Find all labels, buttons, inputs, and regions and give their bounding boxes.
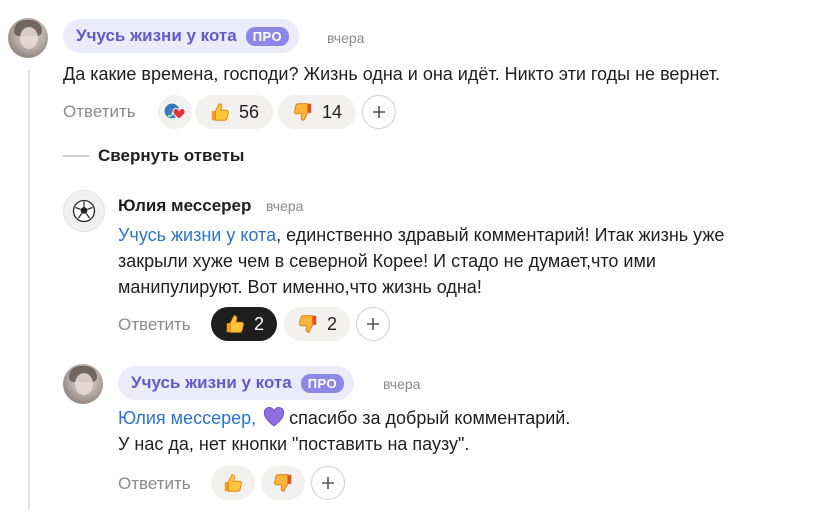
author-pill[interactable]: Учусь жизни у кота ПРО — [63, 19, 300, 53]
like-count: 56 — [238, 101, 260, 122]
reply-button[interactable]: Ответить — [118, 474, 191, 494]
like-button[interactable]: 2 — [211, 307, 277, 341]
add-reaction-button[interactable] — [356, 307, 390, 341]
dislike-button[interactable]: 14 — [278, 95, 356, 129]
pro-badge: ПРО — [300, 373, 345, 393]
comment-text: Да какие времена, господи? Жизнь одна и … — [63, 64, 721, 84]
text-segment: У нас да, нет кнопки "поставить на паузу… — [118, 434, 470, 454]
thumbs-up-icon — [211, 103, 229, 121]
thumbs-down-icon — [294, 103, 312, 121]
avatar[interactable] — [63, 364, 103, 404]
reply-button[interactable]: Ответить — [118, 315, 191, 335]
reply-button[interactable]: Ответить — [63, 102, 136, 122]
purple-heart-icon — [264, 407, 285, 427]
avatar[interactable] — [63, 190, 105, 232]
dislike-count: 14 — [321, 101, 343, 122]
mention-link[interactable]: Учусь жизни у кота — [118, 225, 276, 245]
plus-icon — [322, 477, 334, 489]
text-segment: закрыли хуже чем в северной Корее! И ста… — [118, 251, 656, 271]
thumbs-up-icon — [226, 315, 244, 333]
avatar[interactable] — [8, 18, 48, 58]
thumbs-up-icon — [224, 474, 242, 492]
thumbs-down-icon — [299, 315, 317, 333]
like-button[interactable] — [211, 466, 255, 500]
author-pill[interactable]: Учусь жизни у кота ПРО — [118, 366, 355, 400]
author-name[interactable]: Юлия мессерер — [118, 196, 251, 216]
collapse-dash — [63, 155, 89, 157]
comment-text: Учусь жизни у кота, единственно здравый … — [118, 222, 724, 300]
plus-icon — [367, 318, 379, 330]
author-name: Учусь жизни у кота — [131, 373, 292, 392]
dislike-count: 2 — [326, 313, 337, 334]
author-name: Учусь жизни у кота — [76, 26, 237, 45]
comment-time: вчера — [327, 30, 365, 46]
dislike-button[interactable] — [261, 466, 305, 500]
mention-link[interactable]: Юлия мессерер, — [118, 408, 256, 428]
text-segment: манипулируют. Вот именно,что жизнь одна! — [118, 277, 482, 297]
like-count: 2 — [253, 313, 264, 334]
add-reaction-button[interactable] — [362, 95, 396, 129]
collapse-replies-button[interactable]: Свернуть ответы — [63, 146, 244, 166]
like-button[interactable]: 56 — [195, 95, 273, 129]
text-segment: спасибо за добрый комментарий. — [289, 408, 571, 428]
plus-icon — [373, 106, 385, 118]
reactions-summary-icon — [163, 102, 186, 120]
thumbs-down-icon — [274, 474, 292, 492]
dislike-button[interactable]: 2 — [284, 307, 350, 341]
collapse-replies-label: Свернуть ответы — [98, 146, 245, 165]
reactions-summary[interactable] — [158, 95, 192, 129]
comment-time: вчера — [266, 198, 304, 214]
comment-time: вчера — [383, 376, 421, 392]
text-segment: , единственно здравый комментарий! Итак … — [276, 225, 725, 245]
soccer-ball-icon — [72, 199, 96, 223]
pro-badge: ПРО — [245, 26, 290, 46]
comment-text: Юлия мессерер, спасибо за добрый коммент… — [118, 405, 570, 457]
thread-line — [28, 70, 30, 510]
add-reaction-button[interactable] — [311, 466, 345, 500]
